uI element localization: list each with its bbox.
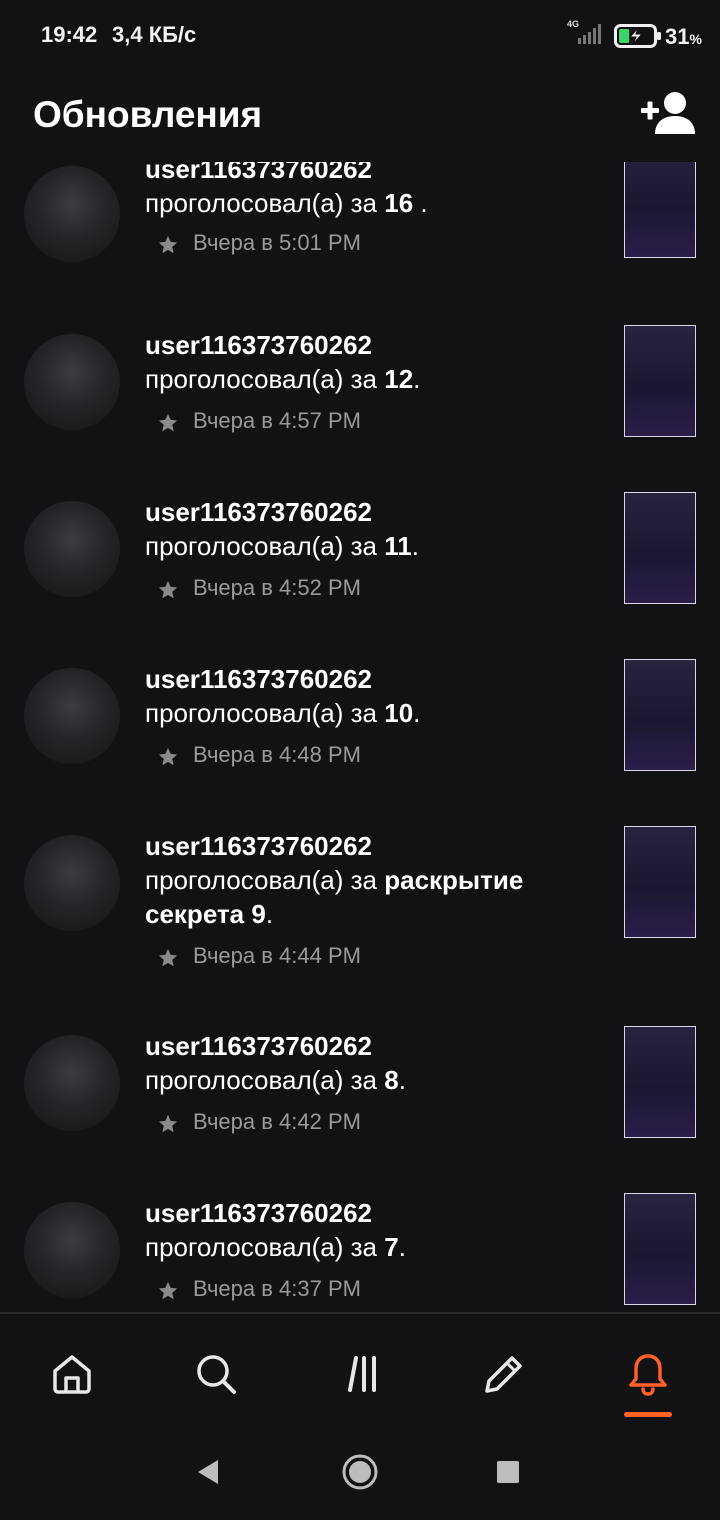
feed-action: проголосовал(а) за 10.	[145, 698, 421, 728]
search-icon	[197, 1355, 236, 1394]
feed-action: проголосовал(а) за 8.	[145, 1065, 406, 1095]
feed-target[interactable]: 11	[384, 531, 412, 561]
library-icon	[348, 1356, 376, 1392]
avatar[interactable]	[24, 166, 120, 262]
system-home-button[interactable]	[338, 1450, 382, 1494]
star-icon	[158, 413, 178, 432]
feed-time: Вчера в 4:44 PM	[193, 943, 361, 968]
status-network-speed: 3,4 КБ/с	[112, 22, 197, 47]
feed-username[interactable]: user116373760262	[145, 328, 585, 362]
feed-target[interactable]: 8	[384, 1065, 398, 1095]
back-icon	[198, 1460, 218, 1484]
feed-item-text: user116373760262 проголосовал(а) за 11.	[145, 495, 585, 563]
nav-home[interactable]	[40, 1342, 104, 1406]
system-nav-bar	[0, 1424, 720, 1520]
status-bar: 19:42 3,4 КБ/с 4G 31%	[0, 0, 720, 70]
star-icon	[158, 1281, 178, 1300]
battery-icon	[614, 24, 661, 48]
story-cover-thumbnail[interactable]	[624, 826, 696, 938]
feed-action: проголосовал(а) за 7.	[145, 1232, 406, 1262]
feed-item-text: user116373760262 проголосовал(а) за раск…	[145, 829, 585, 931]
add-user-icon	[641, 92, 695, 134]
story-cover-thumbnail[interactable]	[624, 1193, 696, 1305]
feed-time: Вчера в 4:48 PM	[193, 742, 361, 767]
feed-action: проголосовал(а) за раскрытие секрета 9.	[145, 865, 524, 929]
story-cover-thumbnail[interactable]	[624, 325, 696, 437]
nav-write[interactable]	[472, 1342, 536, 1406]
nav-notifications[interactable]	[616, 1342, 680, 1406]
bottom-nav	[0, 1314, 720, 1424]
feed-meta: Вчера в 4:48 PM	[157, 740, 361, 770]
feed-time: Вчера в 5:01 PM	[193, 230, 361, 255]
system-recents-button[interactable]	[486, 1450, 530, 1494]
feed-meta: Вчера в 5:01 PM	[157, 228, 361, 258]
system-back-button[interactable]	[186, 1450, 230, 1494]
story-cover-thumbnail[interactable]	[624, 162, 696, 258]
star-icon	[158, 1114, 178, 1133]
star-icon	[158, 948, 178, 967]
feed-action: проголосовал(а) за 16 .	[145, 188, 428, 218]
bell-icon	[629, 1354, 667, 1396]
home-circle-icon	[342, 1454, 378, 1490]
feed-meta: Вчера в 4:52 PM	[157, 573, 361, 603]
feed-target[interactable]: 7	[384, 1232, 398, 1262]
feed-item-text: user116373760262 проголосовал(а) за 8.	[145, 1029, 585, 1097]
star-icon	[158, 235, 178, 254]
avatar[interactable]	[24, 835, 120, 931]
pencil-icon	[485, 1356, 522, 1393]
avatar[interactable]	[24, 668, 120, 764]
app-header: Обновления	[0, 70, 720, 162]
feed-time: Вчера в 4:42 PM	[193, 1109, 361, 1134]
feed-target[interactable]: 10	[384, 698, 413, 728]
feed-item-text: user116373760262 проголосовал(а) за 10.	[145, 662, 585, 730]
signal-icon: 4G	[564, 19, 604, 46]
feed-action: проголосовал(а) за 11.	[145, 531, 419, 561]
feed-meta: Вчера в 4:44 PM	[157, 941, 361, 971]
feed-meta: Вчера в 4:37 PM	[157, 1274, 361, 1304]
feed-meta: Вчера в 4:42 PM	[157, 1107, 361, 1137]
feed-username[interactable]: user116373760262	[145, 495, 585, 529]
feed-username[interactable]: user116373760262	[145, 662, 585, 696]
feed-username[interactable]: user116373760262	[145, 829, 585, 863]
feed-target[interactable]: 16	[384, 188, 413, 218]
star-icon	[158, 747, 178, 766]
updates-screen: 19:42 3,4 КБ/с 4G 31% Обновления user116…	[0, 0, 720, 1520]
avatar[interactable]	[24, 1202, 120, 1298]
feed-time: Вчера в 4:57 PM	[193, 408, 361, 433]
feed-time: Вчера в 4:52 PM	[193, 575, 361, 600]
page-title: Обновления	[33, 94, 263, 135]
star-icon	[158, 580, 178, 599]
nav-library[interactable]	[328, 1342, 392, 1406]
story-cover-thumbnail[interactable]	[624, 492, 696, 604]
home-icon	[53, 1355, 91, 1394]
feed-action: проголосовал(а) за 12.	[145, 364, 421, 394]
feed-username[interactable]: user116373760262	[145, 162, 585, 186]
feed-item-text: user116373760262 проголосовал(а) за 7.	[145, 1196, 585, 1264]
feed-username[interactable]: user116373760262	[145, 1196, 585, 1230]
add-user-button[interactable]	[638, 90, 698, 136]
status-time: 19:42	[41, 22, 98, 47]
feed-meta: Вчера в 4:57 PM	[157, 406, 361, 436]
avatar[interactable]	[24, 334, 120, 430]
updates-feed[interactable]: user116373760262 проголосовал(а) за 16 .…	[0, 162, 720, 1312]
battery-percent: 31%	[665, 24, 702, 49]
feed-target[interactable]: 12	[384, 364, 413, 394]
avatar[interactable]	[24, 501, 120, 597]
story-cover-thumbnail[interactable]	[624, 659, 696, 771]
story-cover-thumbnail[interactable]	[624, 1026, 696, 1138]
avatar[interactable]	[24, 1035, 120, 1131]
recents-icon	[497, 1461, 519, 1483]
feed-item-text: user116373760262 проголосовал(а) за 16 .	[145, 162, 585, 220]
nav-search[interactable]	[184, 1342, 248, 1406]
active-tab-indicator	[624, 1412, 672, 1417]
feed-time: Вчера в 4:37 PM	[193, 1276, 361, 1301]
feed-username[interactable]: user116373760262	[145, 1029, 585, 1063]
feed-item-text: user116373760262 проголосовал(а) за 12.	[145, 328, 585, 396]
